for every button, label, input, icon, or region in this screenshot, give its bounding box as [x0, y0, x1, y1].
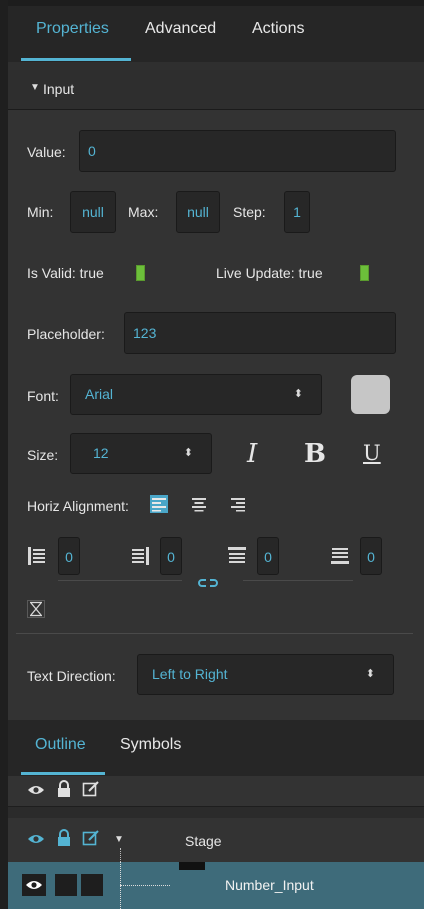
live-update-indicator[interactable] [360, 265, 369, 281]
placeholder-input[interactable]: 123 [124, 312, 396, 354]
active-bottom-tab-indicator [21, 772, 105, 775]
padding-top-input[interactable]: 0 [257, 537, 279, 575]
eye-icon[interactable] [27, 783, 45, 800]
underline-button[interactable]: U [363, 441, 381, 465]
bold-button[interactable]: B [304, 439, 326, 469]
font-color-swatch[interactable] [351, 375, 390, 414]
padding-left-icon [27, 546, 47, 569]
lock-icon[interactable] [57, 829, 71, 850]
lock-toggle-empty[interactable] [55, 874, 77, 896]
outline-tab-bar: Outline Symbols [8, 720, 424, 776]
padding-left-input[interactable]: 0 [58, 537, 80, 575]
align-center-button[interactable] [190, 495, 208, 513]
padding-bottom-icon [330, 546, 350, 569]
lock-icon[interactable] [57, 780, 71, 801]
placeholder-label: Placeholder: [27, 326, 105, 342]
tree-expand-icon[interactable]: ▼ [114, 834, 124, 845]
section-divider [16, 633, 413, 634]
font-select[interactable]: Arial ⬍ [70, 374, 322, 415]
max-label: Max: [128, 204, 159, 220]
size-select[interactable]: 12 ⬍ [70, 433, 212, 474]
horiz-alignment-label: Horiz Alignment: [27, 498, 129, 514]
tab-actions[interactable]: Actions [252, 20, 304, 38]
font-label: Font: [27, 388, 59, 404]
padding-right-icon [130, 546, 150, 569]
text-direction-value: Left to Right [152, 666, 228, 682]
text-direction-select[interactable]: Left to Right ⬍ [137, 654, 394, 695]
tree-branch-line [120, 885, 170, 887]
edit-icon[interactable] [82, 780, 100, 801]
edit-toggle-empty[interactable] [81, 874, 103, 896]
active-tab-indicator [21, 58, 131, 61]
tab-outline[interactable]: Outline [35, 736, 86, 754]
outline-row-label: Number_Input [225, 877, 314, 893]
outline-toolbar [8, 776, 424, 807]
element-thumbnail [179, 862, 205, 870]
section-title: Input [43, 81, 75, 97]
value-label: Value: [27, 144, 66, 160]
tab-advanced[interactable]: Advanced [145, 20, 216, 38]
is-valid-indicator[interactable] [136, 265, 145, 281]
left-edge [0, 0, 8, 909]
step-input[interactable]: 1 [284, 191, 310, 233]
tab-symbols[interactable]: Symbols [120, 736, 181, 754]
padding-connector-right [243, 580, 353, 581]
eye-icon[interactable] [27, 832, 45, 849]
updown-caret-icon: ⬍ [365, 668, 375, 680]
size-label: Size: [27, 447, 59, 463]
size-select-value: 12 [93, 445, 109, 461]
tab-properties[interactable]: Properties [36, 20, 109, 38]
min-input[interactable]: null [70, 191, 116, 233]
edit-icon[interactable] [82, 829, 100, 850]
align-right-button[interactable] [229, 495, 247, 513]
updown-caret-icon: ⬍ [183, 447, 193, 459]
text-direction-label: Text Direction: [27, 668, 116, 684]
live-update-label: Live Update: true [216, 265, 323, 281]
step-label: Step: [233, 204, 266, 220]
input-section-header[interactable]: ▼ Input [8, 70, 424, 110]
padding-top-icon [227, 546, 247, 569]
reset-padding-icon[interactable] [27, 600, 45, 618]
is-valid-label: Is Valid: true [27, 265, 104, 281]
outline-row-stage[interactable]: ▼ Stage [8, 818, 424, 862]
max-input[interactable]: null [176, 191, 220, 233]
padding-right-input[interactable]: 0 [160, 537, 182, 575]
value-input[interactable]: 0 [79, 130, 396, 172]
font-select-value: Arial [85, 386, 114, 402]
italic-button[interactable]: I [247, 439, 257, 469]
eye-icon[interactable] [22, 874, 46, 896]
properties-tab-bar: Properties Advanced Actions [8, 6, 424, 62]
padding-bottom-input[interactable]: 0 [360, 537, 382, 575]
min-label: Min: [27, 204, 54, 220]
link-padding-icon[interactable] [198, 575, 218, 591]
align-left-button[interactable] [150, 495, 168, 513]
updown-caret-icon: ⬍ [293, 388, 303, 400]
tree-guide-line [120, 848, 122, 862]
padding-connector-left [58, 580, 182, 581]
outline-row-label: Stage [185, 833, 222, 849]
expand-triangle-icon[interactable]: ▼ [30, 82, 40, 93]
outline-row-number-input[interactable]: Number_Input [8, 862, 424, 909]
